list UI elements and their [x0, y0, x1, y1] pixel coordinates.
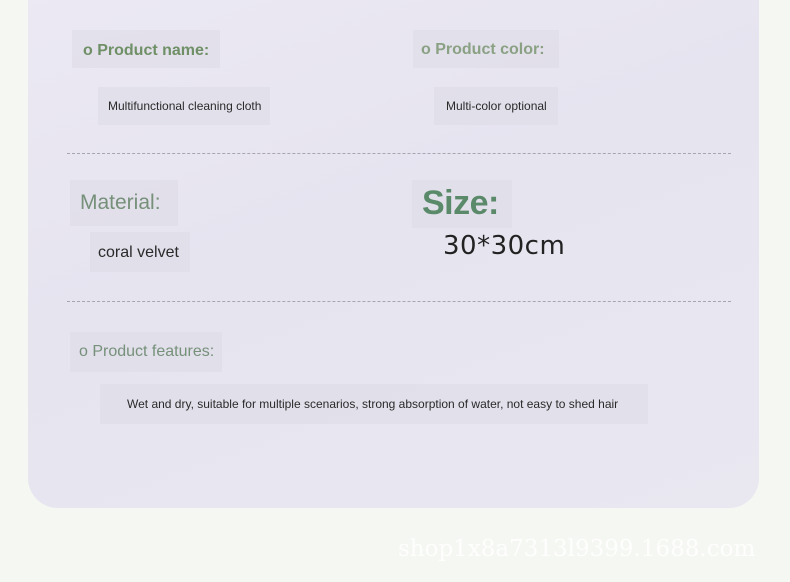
features-label: o Product features: — [79, 343, 215, 360]
size-value: 30*30cm — [443, 231, 566, 261]
divider-2 — [67, 301, 731, 302]
features-value: Wet and dry, suitable for multiple scena… — [127, 397, 619, 411]
material-label: Material: — [80, 191, 161, 214]
product-name-label: o Product name: — [83, 42, 210, 59]
material-value: coral velvet — [98, 244, 179, 261]
shop-watermark: shop1x8a7313l9399.1688.com — [398, 536, 756, 562]
divider-1 — [67, 153, 731, 154]
product-color-value: Multi-color optional — [446, 99, 547, 113]
size-label: Size: — [422, 184, 499, 222]
product-name-value: Multifunctional cleaning cloth — [108, 99, 262, 113]
product-color-label: o Product color: — [421, 41, 545, 58]
